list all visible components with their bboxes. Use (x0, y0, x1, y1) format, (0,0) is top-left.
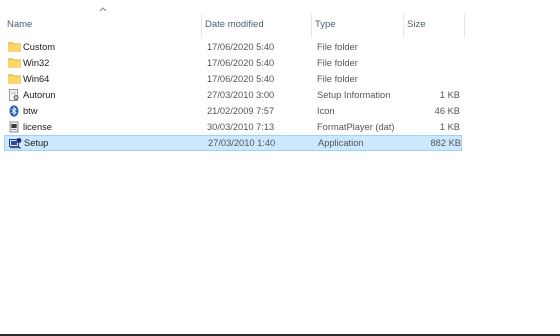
file-size: 1 KB (439, 122, 460, 132)
setup-app-icon (9, 135, 22, 151)
file-row-autorun[interactable]: Autorun 27/03/2010 3:00 Setup Informatio… (4, 87, 462, 103)
file-row-custom[interactable]: Custom 17/06/2020 5:40 File folder (4, 39, 462, 55)
file-name: Setup (24, 138, 49, 148)
file-type: File folder (317, 58, 358, 68)
file-row-win32[interactable]: Win32 17/06/2020 5:40 File folder (4, 55, 462, 71)
file-size: 46 KB (434, 106, 460, 116)
file-row-license[interactable]: license 30/03/2010 7:13 FormatPlayer (da… (4, 119, 462, 135)
file-type: File folder (317, 42, 358, 52)
sort-ascending-icon (99, 7, 107, 12)
file-name: license (23, 122, 52, 132)
setup-info-icon (8, 87, 21, 103)
file-date-modified: 27/03/2010 3:00 (207, 90, 275, 100)
file-date-modified: 27/03/2010 1:40 (208, 138, 276, 148)
file-row-win64[interactable]: Win64 17/06/2020 5:40 File folder (4, 71, 462, 87)
folder-icon (8, 55, 21, 71)
dat-file-icon (8, 119, 21, 135)
column-header-bar: Name Date modified Type Size (0, 0, 470, 38)
file-date-modified: 21/02/2009 7:57 (207, 106, 275, 116)
bluetooth-icon (8, 103, 21, 119)
column-header-type[interactable]: Type (312, 14, 404, 38)
file-type: File folder (317, 74, 358, 84)
file-date-modified: 17/06/2020 5:40 (207, 58, 275, 68)
file-list: Custom 17/06/2020 5:40 File folder Win32… (0, 39, 470, 151)
file-size: 1 KB (439, 90, 460, 100)
column-header-size[interactable]: Size (404, 14, 465, 38)
column-header-size-label: Size (407, 19, 426, 30)
column-header-name-label: Name (7, 19, 33, 30)
file-date-modified: 17/06/2020 5:40 (207, 74, 275, 84)
file-row-setup[interactable]: Setup 27/03/2010 1:40 Application 882 KB (4, 135, 462, 151)
file-date-modified: 30/03/2010 7:13 (207, 122, 275, 132)
folder-icon (8, 39, 21, 55)
file-name: Win64 (23, 74, 50, 84)
file-name: btw (23, 106, 38, 116)
file-type: Setup Information (317, 90, 391, 100)
file-date-modified: 17/06/2020 5:40 (207, 42, 275, 52)
file-explorer-window: Name Date modified Type Size Custom 17/0… (0, 0, 560, 336)
column-header-name[interactable]: Name (4, 7, 202, 38)
file-type: Application (318, 138, 364, 148)
file-size: 882 KB (430, 138, 462, 148)
column-header-date-label: Date modified (205, 19, 264, 30)
file-name: Win32 (23, 58, 50, 68)
file-row-btw[interactable]: btw 21/02/2009 7:57 Icon 46 KB (4, 103, 462, 119)
file-type: FormatPlayer (dat) (317, 122, 395, 132)
column-header-type-label: Type (315, 19, 336, 30)
file-type: Icon (317, 106, 335, 116)
column-header-date-modified[interactable]: Date modified (202, 14, 312, 38)
file-name: Autorun (23, 90, 56, 100)
file-name: Custom (23, 42, 56, 52)
folder-icon (8, 71, 21, 87)
